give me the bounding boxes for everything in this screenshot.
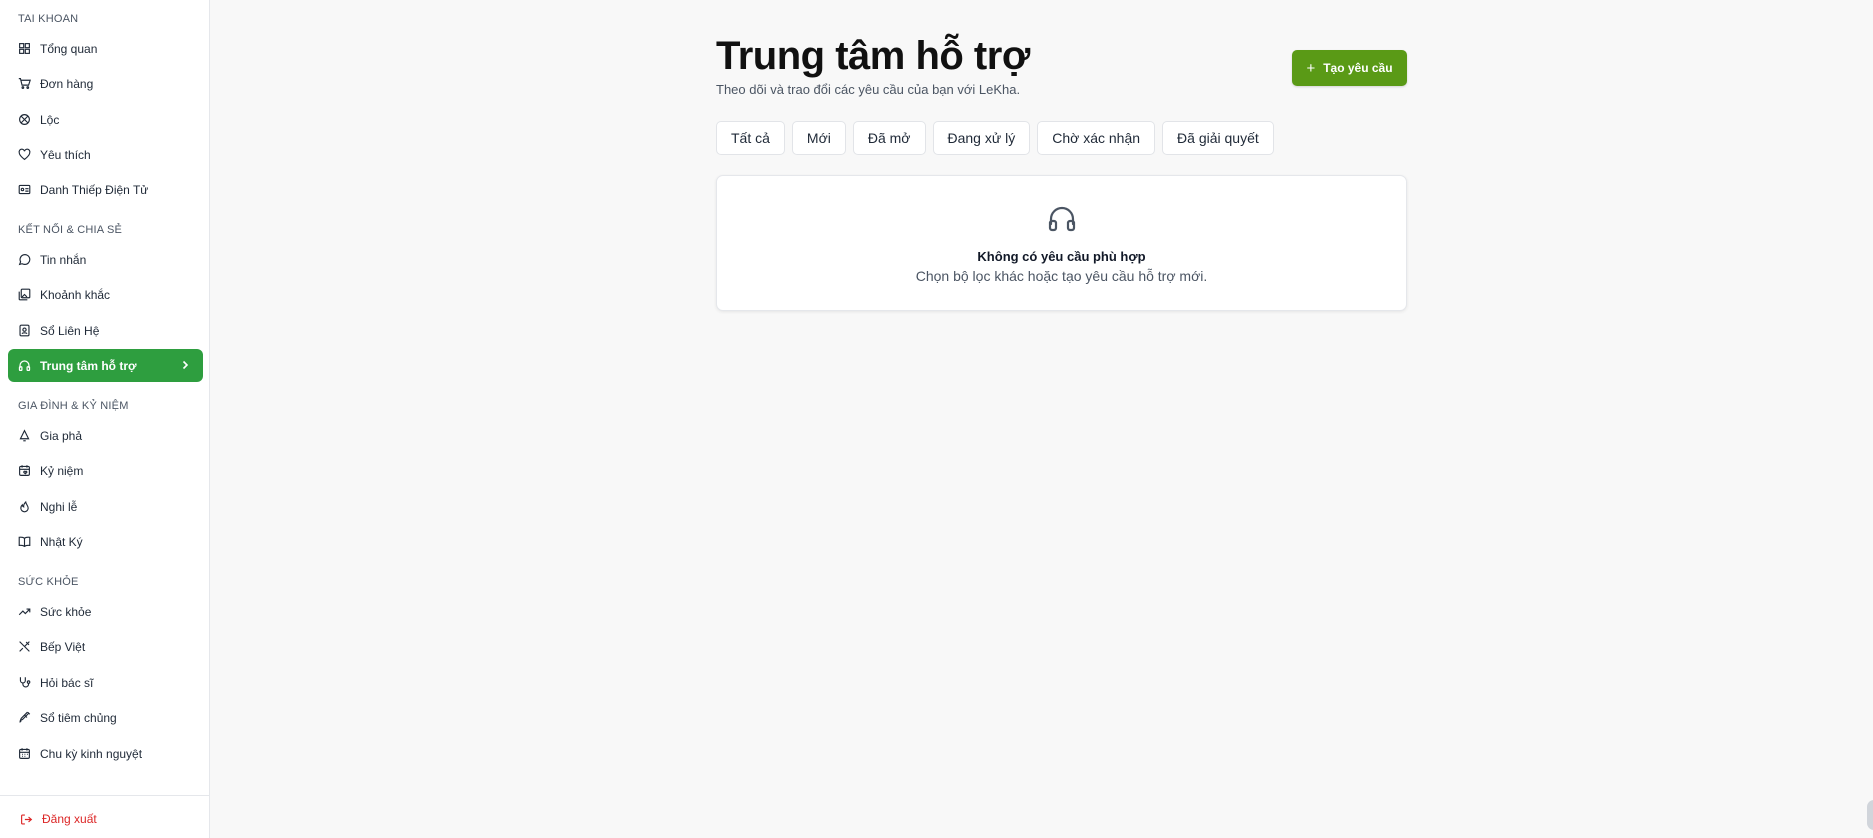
sidebar: TAI KHOAN Tổng quan Đơn hàng Lộc Yêu thí… <box>0 0 210 838</box>
sidebar-item-favorites[interactable]: Yêu thích <box>8 138 203 171</box>
sidebar-item-label: Đơn hàng <box>40 76 94 91</box>
section-title-family: GIA ĐÌNH & KỶ NIỆM <box>18 400 129 412</box>
trend-icon <box>18 605 31 618</box>
gallery-icon <box>18 288 31 301</box>
sidebar-item-label: Nghi lễ <box>40 499 78 514</box>
empty-state-description: Chọn bộ lọc khác hoặc tạo yêu cầu hỗ trợ… <box>915 268 1208 284</box>
sidebar-item-label: Hỏi bác sĩ <box>40 675 94 690</box>
create-request-button[interactable]: + Tạo yêu cầu <box>1292 50 1407 86</box>
section-title-health: SỨC KHỎE <box>18 576 79 588</box>
stethoscope-icon <box>18 676 31 689</box>
message-icon <box>18 253 31 266</box>
sidebar-item-support[interactable]: Trung tâm hỗ trợ <box>8 349 203 382</box>
scroll-handle[interactable] <box>1867 800 1873 830</box>
section-title-account: TAI KHOAN <box>18 13 79 25</box>
filter-awaiting-confirmation[interactable]: Chờ xác nhận <box>1037 121 1156 155</box>
logout-label: Đăng xuất <box>42 812 97 826</box>
logout-icon <box>20 813 33 826</box>
empty-state-card: Không có yêu cầu phù hợp Chọn bộ lọc khá… <box>716 175 1407 311</box>
flame-icon <box>18 500 31 513</box>
sidebar-item-label: Sức khỏe <box>40 604 92 619</box>
sidebar-item-rituals[interactable]: Nghi lễ <box>8 490 203 523</box>
sidebar-item-orders[interactable]: Đơn hàng <box>8 67 203 100</box>
page-subtitle: Theo dõi và trao đổi các yêu cầu của bạn… <box>716 82 1021 97</box>
page-title: Trung tâm hỗ trợ <box>716 34 1030 78</box>
create-request-label: Tạo yêu cầu <box>1323 61 1393 75</box>
filter-opened[interactable]: Đã mở <box>852 121 926 155</box>
contact-book-icon <box>18 324 31 337</box>
sidebar-item-memories[interactable]: Kỷ niệm <box>8 454 203 487</box>
sidebar-item-label: Sổ tiêm chủng <box>40 710 117 725</box>
plus-icon: + <box>1306 59 1316 77</box>
headphones-icon <box>1048 206 1076 232</box>
cart-icon <box>18 77 31 90</box>
logout-button[interactable]: Đăng xuất <box>20 812 97 826</box>
sidebar-item-kitchen[interactable]: Bếp Việt <box>8 630 203 663</box>
sidebar-item-label: Khoảnh khắc <box>40 287 111 302</box>
sidebar-item-diary[interactable]: Nhật Ký <box>8 525 203 558</box>
utensils-icon <box>18 640 31 653</box>
sidebar-item-label: Kỷ niệm <box>40 463 84 478</box>
sidebar-item-label: Danh Thiếp Điện Tử <box>40 182 149 197</box>
sidebar-item-contacts[interactable]: Sổ Liên Hệ <box>8 314 203 347</box>
sidebar-item-label: Trung tâm hỗ trợ <box>40 358 137 373</box>
sidebar-item-label: Tổng quan <box>40 41 98 56</box>
sidebar-item-family-tree[interactable]: Gia phả <box>8 419 203 452</box>
sidebar-item-overview[interactable]: Tổng quan <box>8 32 203 65</box>
sidebar-footer: Đăng xuất <box>0 795 210 838</box>
empty-state-title: Không có yêu cầu phù hợp <box>977 249 1146 264</box>
sidebar-item-menstrual-cycle[interactable]: Chu kỳ kinh nguyệt <box>8 737 203 770</box>
sidebar-item-messages[interactable]: Tin nhắn <box>8 243 203 276</box>
sidebar-item-label: Lộc <box>40 112 60 127</box>
grid-icon <box>18 42 31 55</box>
sidebar-item-label: Bếp Việt <box>40 639 86 654</box>
book-icon <box>18 535 31 548</box>
heart-icon <box>18 148 31 161</box>
filter-all[interactable]: Tất cả <box>716 121 785 155</box>
sidebar-item-label: Tin nhắn <box>40 252 87 267</box>
sidebar-item-label: Yêu thích <box>40 147 91 162</box>
sidebar-item-label: Nhật Ký <box>40 534 83 549</box>
filter-processing[interactable]: Đang xử lý <box>932 121 1031 155</box>
chevron-right-icon <box>182 360 189 370</box>
calendar-icon <box>18 747 31 760</box>
sidebar-item-label: Gia phả <box>40 428 83 443</box>
sidebar-item-loc[interactable]: Lộc <box>8 103 203 136</box>
filter-resolved[interactable]: Đã giải quyết <box>1162 121 1274 155</box>
sidebar-item-label: Sổ Liên Hệ <box>40 323 100 338</box>
sidebar-item-ask-doctor[interactable]: Hỏi bác sĩ <box>8 666 203 699</box>
sidebar-item-vaccination[interactable]: Sổ tiêm chủng <box>8 701 203 734</box>
headphones-icon <box>18 359 31 372</box>
sidebar-item-moments[interactable]: Khoảnh khắc <box>8 278 203 311</box>
filter-tabs: Tất cả Mới Đã mở Đang xử lý Chờ xác nhận… <box>716 121 1274 155</box>
filter-new[interactable]: Mới <box>791 121 846 155</box>
id-card-icon <box>18 183 31 196</box>
lotus-icon <box>18 113 31 126</box>
syringe-icon <box>18 711 31 724</box>
sidebar-item-label: Chu kỳ kinh nguyệt <box>40 746 143 761</box>
calendar-heart-icon <box>18 464 31 477</box>
sidebar-item-health[interactable]: Sức khỏe <box>8 595 203 628</box>
sidebar-item-ecard[interactable]: Danh Thiếp Điện Tử <box>8 173 203 206</box>
tree-icon <box>18 429 31 442</box>
section-title-connect: KẾT NỐI & CHIA SẺ <box>18 224 123 236</box>
